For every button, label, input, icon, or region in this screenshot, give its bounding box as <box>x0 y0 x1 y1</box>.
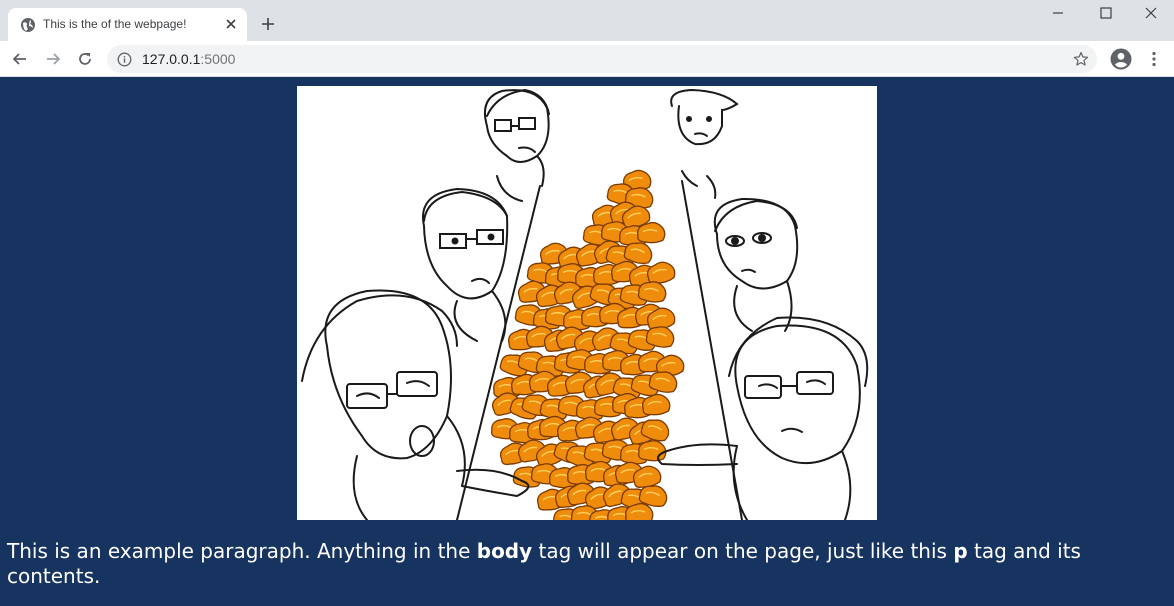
browser-tab[interactable]: This is the of the webpage! <box>8 8 247 41</box>
paragraph-bold-body: body <box>476 539 533 563</box>
star-icon[interactable] <box>1073 51 1089 67</box>
page-body: This is an example paragraph. Anything i… <box>0 77 1174 606</box>
tab-title: This is the of the webpage! <box>43 17 187 31</box>
info-icon[interactable] <box>117 52 132 67</box>
forward-arrow-icon[interactable] <box>44 50 62 68</box>
back-arrow-icon[interactable] <box>11 50 29 68</box>
nugget <box>636 221 666 244</box>
example-paragraph: This is an example paragraph. Anything i… <box>7 539 1157 589</box>
browser-toolbar: 127.0.0.1:5000 <box>0 41 1174 77</box>
plus-icon[interactable] <box>260 16 276 32</box>
window-close-icon[interactable] <box>1143 5 1159 21</box>
cartoon-image <box>297 86 877 520</box>
tab-strip: This is the of the webpage! <box>0 0 1174 41</box>
url-port: :5000 <box>200 51 236 67</box>
minimize-icon[interactable] <box>1050 5 1066 21</box>
reload-icon[interactable] <box>76 50 94 68</box>
kebab-menu-icon[interactable] <box>1146 50 1162 68</box>
url-text[interactable]: 127.0.0.1:5000 <box>142 51 235 67</box>
paragraph-text-1: This is an example paragraph. Anything i… <box>7 539 477 563</box>
globe-icon <box>21 18 35 32</box>
nuggets-pile <box>489 168 686 520</box>
url-host: 127.0.0.1 <box>142 51 201 67</box>
profile-icon[interactable] <box>1110 48 1132 70</box>
paragraph-text-2: tag will appear on the page, just like t… <box>532 539 954 563</box>
maximize-icon[interactable] <box>1098 5 1114 21</box>
address-bar[interactable]: 127.0.0.1:5000 <box>107 45 1097 73</box>
nugget <box>645 259 677 286</box>
paragraph-bold-p: p <box>953 539 968 563</box>
nugget <box>641 392 672 417</box>
close-icon[interactable] <box>224 17 238 31</box>
